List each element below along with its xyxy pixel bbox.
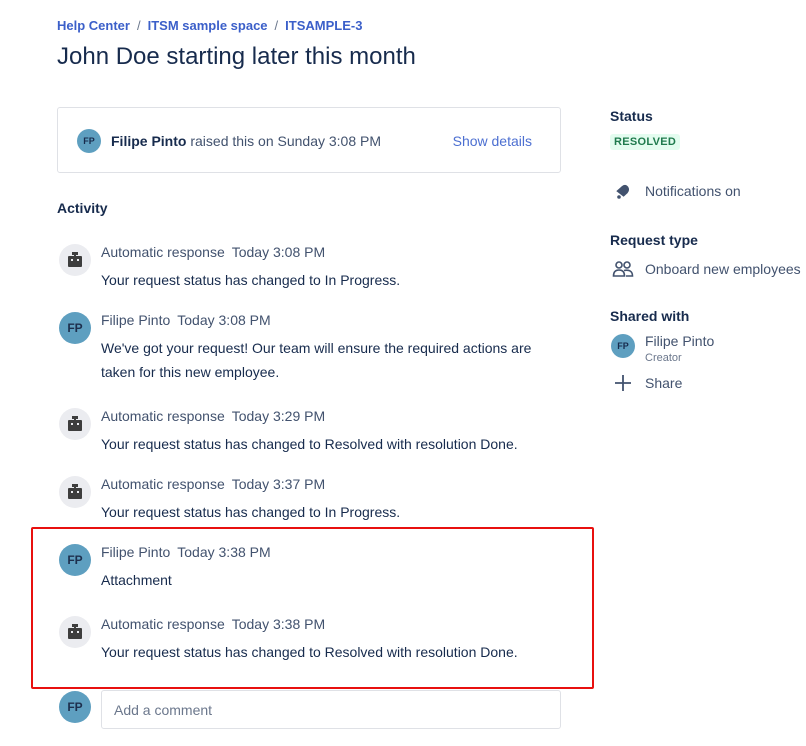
breadcrumb-separator: / [274,18,279,33]
avatar-initials: FP [67,321,83,335]
activity-author: Automatic response [101,476,225,492]
show-details-link[interactable]: Show details [453,133,532,149]
avatar [59,616,91,648]
request-type: Onboard new employees [612,258,801,280]
avatar-initials: FP [67,700,83,714]
robot-icon [68,252,82,267]
raised-info: Filipe Pinto raised this on Sunday 3:08 … [111,133,381,149]
activity-author: Filipe Pinto [101,312,171,328]
comment-input[interactable] [101,690,561,729]
page-title: John Doe starting later this month [57,43,416,70]
avatar [59,244,91,276]
notifications-toggle[interactable]: Notifications on [612,180,741,202]
avatar-initials: FP [83,136,95,146]
request-type-value: Onboard new employees [645,261,801,277]
avatar: FP [59,691,91,723]
request-summary-box: FP Filipe Pinto raised this on Sunday 3:… [57,107,561,173]
activity-author: Filipe Pinto [101,544,171,560]
breadcrumb-issue-key[interactable]: ITSAMPLE-3 [285,18,362,33]
avatar: FP [59,544,91,576]
activity-body: We've got your request! Our team will en… [101,340,532,380]
activity-time: Today 3:38 PM [231,616,326,632]
avatar: FP [611,334,635,358]
breadcrumb: Help Center / ITSM sample space / ITSAMP… [57,18,362,33]
activity-body: Your request status has changed to In Pr… [101,272,401,288]
breadcrumb-help-center[interactable]: Help Center [57,18,130,33]
avatar: FP [59,312,91,344]
breadcrumb-separator: / [136,18,141,33]
activity-body: Your request status has changed to Resol… [101,644,518,660]
robot-icon [68,624,82,639]
shared-user-name: Filipe Pinto [645,333,715,349]
avatar-initials: FP [67,553,83,567]
attachment-link[interactable]: Attachment [101,568,541,592]
activity-author: Automatic response [101,616,225,632]
plus-icon [612,372,634,394]
activity-time: Today 3:37 PM [231,476,326,492]
activity-time: Today 3:38 PM [177,544,271,560]
activity-time: Today 3:08 PM [231,244,326,260]
status-label: Status [610,108,653,124]
avatar [59,408,91,440]
notifications-label: Notifications on [645,183,741,199]
activity-time: Today 3:08 PM [177,312,271,328]
breadcrumb-itsm-sample-space[interactable]: ITSM sample space [148,18,268,33]
raised-by-name: Filipe Pinto [111,133,187,149]
bell-icon [612,180,634,202]
activity-body: Your request status has changed to Resol… [101,436,518,452]
activity-author: Automatic response [101,244,225,260]
robot-icon [68,416,82,431]
share-button[interactable]: Share [612,372,682,394]
activity-author: Automatic response [101,408,225,424]
request-type-label: Request type [610,232,698,248]
avatar: FP [77,129,101,153]
avatar [59,476,91,508]
raised-by-text: raised this on Sunday 3:08 PM [190,133,382,149]
activity-time: Today 3:29 PM [231,408,326,424]
status-badge: RESOLVED [610,134,681,150]
shared-user-avatar: FP [611,334,635,358]
shared-user-role: Creator [645,352,682,364]
shared-with-label: Shared with [610,308,690,324]
avatar-initials: FP [617,341,629,351]
robot-icon [68,484,82,499]
people-icon [612,258,634,280]
activity-body: Your request status has changed to In Pr… [101,504,401,520]
activity-heading: Activity [57,200,108,216]
share-label: Share [645,375,683,391]
